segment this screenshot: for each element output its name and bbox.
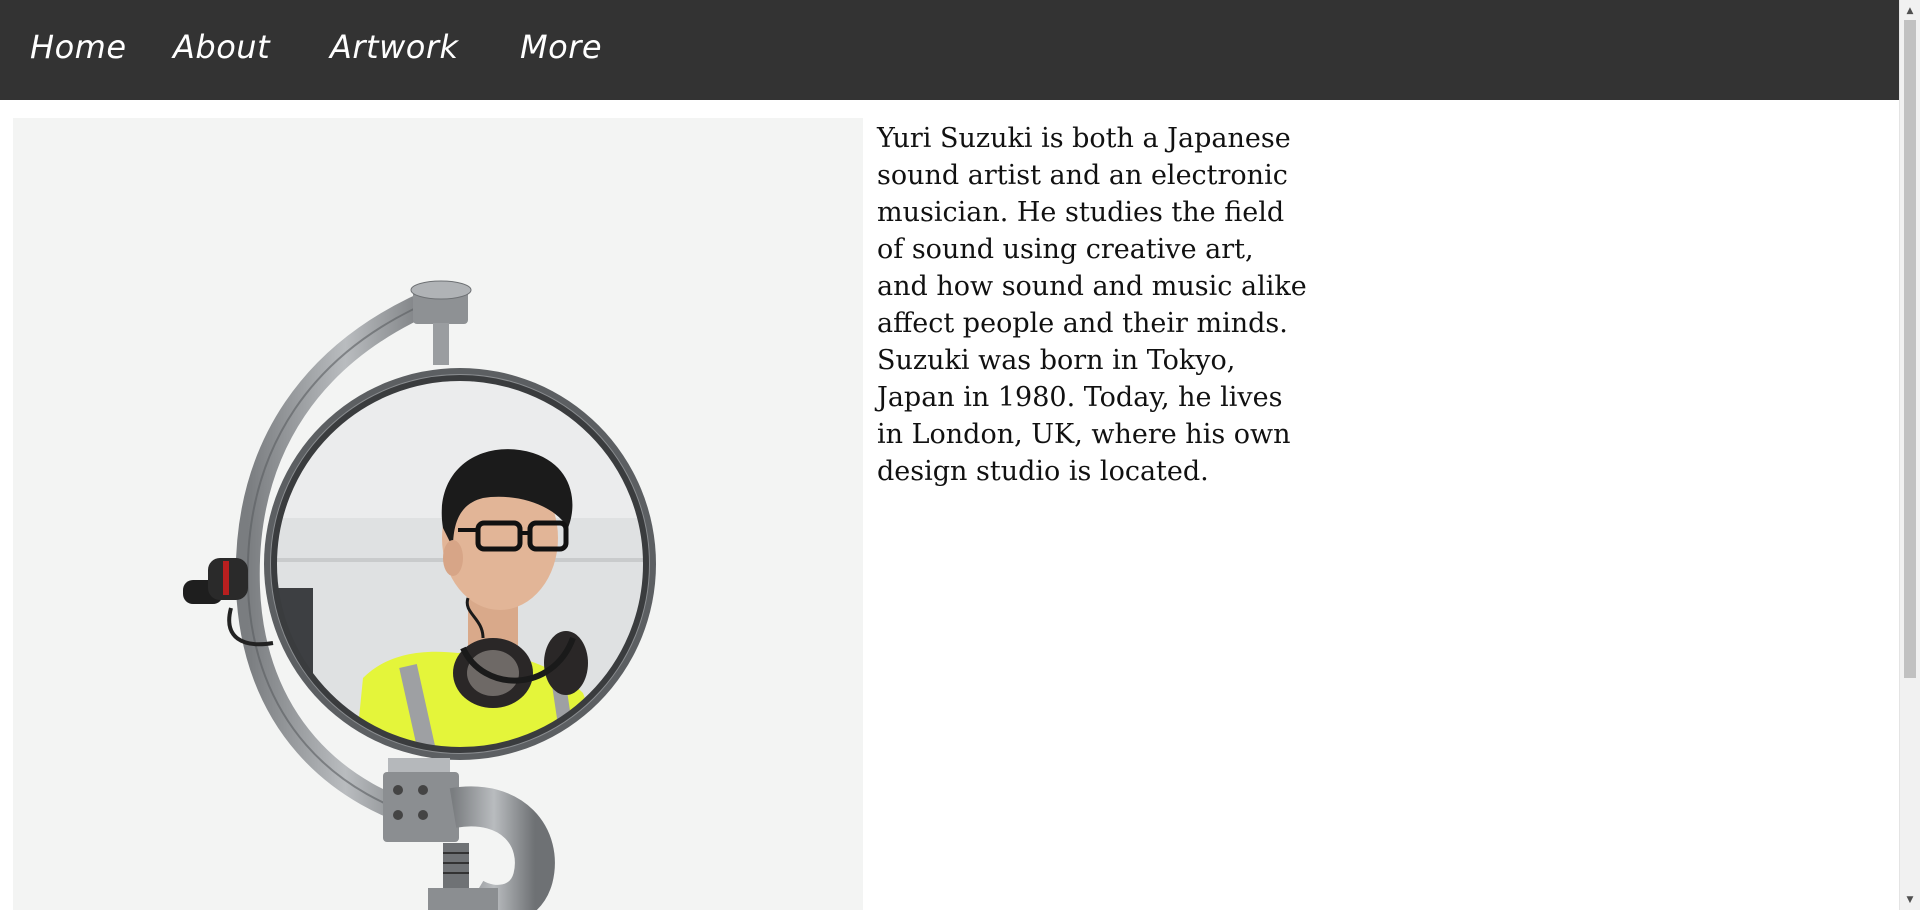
vertical-scrollbar[interactable]: ▲ ▼ (1899, 0, 1920, 910)
scroll-down-arrow-icon[interactable]: ▼ (1900, 891, 1920, 908)
top-navbar: Home About Artwork More (0, 0, 1900, 100)
nav-more-link[interactable]: More (520, 28, 602, 66)
artist-portrait-photo (13, 118, 863, 910)
nav-artwork-link[interactable]: Artwork (330, 28, 459, 66)
portrait-photo-icon (13, 118, 863, 910)
scrollbar-thumb[interactable] (1904, 20, 1916, 678)
artist-bio-text: Yuri Suzuki is both a Japanese sound art… (877, 123, 1307, 487)
main-content: Yuri Suzuki is both a Japanese sound art… (0, 100, 1900, 910)
scroll-up-arrow-icon[interactable]: ▲ (1900, 2, 1920, 19)
nav-about-link[interactable]: About (173, 28, 270, 66)
nav-home-link[interactable]: Home (30, 28, 127, 66)
